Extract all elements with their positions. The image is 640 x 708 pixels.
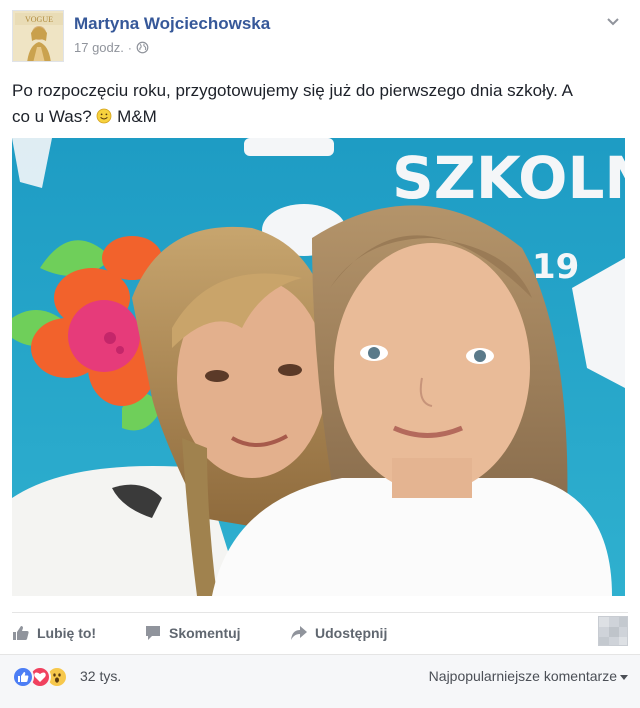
actions-divider <box>12 612 628 613</box>
post-text: Po rozpoczęciu roku, przygotowujemy się … <box>12 78 628 130</box>
post-meta: 17 godz. · <box>74 40 149 55</box>
backdrop-lettering: SZKOLNY <box>392 144 625 212</box>
comment-label: Skomentuj <box>169 625 241 641</box>
reaction-icons[interactable] <box>12 666 68 688</box>
share-arrow-icon <box>291 626 307 640</box>
thumbs-up-icon <box>13 626 29 640</box>
author-avatar[interactable]: VOGUE <box>12 10 64 62</box>
post-photo[interactable]: SZKOLNY 19 <box>12 138 625 596</box>
backdrop-year: 19 <box>532 247 579 287</box>
post-text-line-2: co u Was? <box>12 107 92 126</box>
like-reaction-icon <box>12 666 34 688</box>
globe-icon[interactable] <box>136 41 149 54</box>
reaction-count[interactable]: 32 tys. <box>80 668 121 684</box>
facebook-post: VOGUE Martyna Wojciechowska 17 godz. · P… <box>0 0 640 708</box>
viewer-avatar[interactable] <box>598 616 628 646</box>
share-button[interactable]: Udostępnij <box>290 622 387 644</box>
meta-separator: · <box>127 40 132 55</box>
post-signature: M&M <box>117 107 157 126</box>
chevron-down-icon[interactable] <box>604 12 622 30</box>
comment-sort-dropdown[interactable]: Najpopularniejsze komentarze <box>429 668 628 684</box>
author-name-link[interactable]: Martyna Wojciechowska <box>74 14 270 34</box>
post-text-line-1: Po rozpoczęciu roku, przygotowujemy się … <box>12 81 573 100</box>
svg-text:VOGUE: VOGUE <box>25 15 53 24</box>
comment-sort-label: Najpopularniejsze komentarze <box>428 668 617 684</box>
like-label: Lubię to! <box>37 625 97 641</box>
post-header: VOGUE Martyna Wojciechowska 17 godz. · <box>12 10 628 64</box>
smile-icon <box>97 108 112 124</box>
caret-down-icon <box>620 674 628 680</box>
comment-button[interactable]: Skomentuj <box>144 622 241 644</box>
comment-icon <box>146 626 160 640</box>
like-button[interactable]: Lubię to! <box>12 622 96 644</box>
post-timestamp[interactable]: 17 godz. <box>74 40 124 55</box>
share-label: Udostępnij <box>315 625 388 641</box>
